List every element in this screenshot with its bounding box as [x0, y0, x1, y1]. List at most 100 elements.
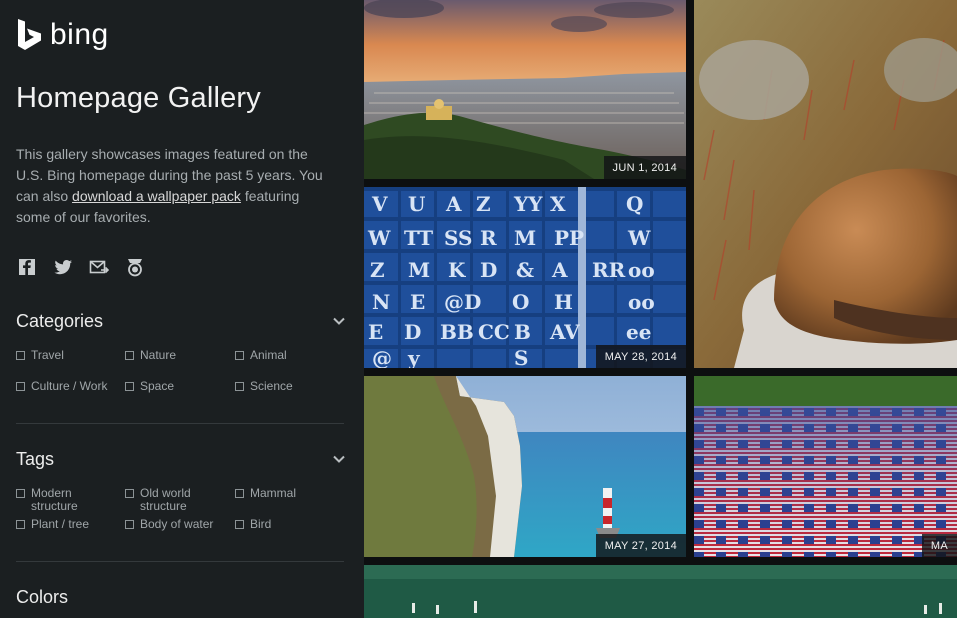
svg-text:@: @: [372, 346, 392, 368]
twitter-share-button[interactable]: [52, 256, 74, 278]
date-badge: MAY 28, 2014: [595, 345, 686, 368]
svg-text:H: H: [554, 290, 573, 314]
gallery-description: This gallery showcases images featured o…: [16, 144, 336, 228]
svg-text:YY: YY: [513, 192, 543, 216]
share-row: [16, 256, 146, 278]
svg-text:K: K: [448, 258, 466, 282]
filter-science[interactable]: Science: [235, 380, 293, 393]
sea-cliffs-image: [364, 376, 686, 557]
green-water-image: [364, 565, 957, 618]
checkbox[interactable]: [16, 382, 25, 391]
filter-label: Science: [250, 379, 293, 393]
colors-title: Colors: [16, 586, 69, 607]
download-wallpaper-pack-link[interactable]: download a wallpaper pack: [72, 188, 241, 204]
gallery-tile-sea-lion[interactable]: [694, 0, 957, 368]
svg-text:TT: TT: [404, 226, 433, 250]
date-badge: MAY 27, 2014: [595, 534, 686, 557]
tags-title: Tags: [16, 448, 55, 469]
bing-logo-text: bing: [50, 18, 109, 51]
gallery-tile-flags[interactable]: MA: [694, 376, 957, 557]
svg-text:D: D: [480, 258, 497, 282]
checkbox[interactable]: [125, 382, 134, 391]
filter-modern-structure[interactable]: Modern structure: [16, 487, 106, 513]
svg-text:E: E: [410, 290, 425, 314]
svg-text:D: D: [404, 320, 421, 344]
filter-culture-work[interactable]: Culture / Work: [16, 380, 107, 393]
filter-old-world-structure[interactable]: Old world structure: [125, 487, 215, 513]
city-sunset-image: [364, 0, 686, 179]
checkbox[interactable]: [16, 351, 25, 360]
tags-header[interactable]: Tags: [16, 446, 346, 472]
filter-mammal[interactable]: Mammal: [235, 487, 296, 500]
letterpress-image: VUA Z YY X Q W TT SS R M PP W ZMK D & A RR oo N E @…: [364, 187, 686, 368]
svg-text:N: N: [372, 290, 390, 314]
bing-logo-icon: [18, 19, 41, 50]
checkbox[interactable]: [125, 489, 134, 498]
checkbox[interactable]: [125, 351, 134, 360]
filter-body-of-water[interactable]: Body of water: [125, 518, 213, 531]
rewards-button[interactable]: [124, 256, 146, 278]
svg-text:X: X: [550, 192, 566, 216]
svg-text:AV: AV: [549, 320, 580, 344]
gallery-tile-sea-cliffs[interactable]: MAY 27, 2014: [364, 376, 686, 557]
svg-text:V: V: [371, 192, 388, 216]
checkbox[interactable]: [235, 520, 244, 529]
categories-header[interactable]: Categories: [16, 308, 346, 334]
checkbox[interactable]: [16, 489, 25, 498]
facebook-share-button[interactable]: [16, 256, 38, 278]
date-badge: MA: [921, 534, 957, 557]
svg-text:oo: oo: [628, 290, 655, 314]
checkbox[interactable]: [235, 382, 244, 391]
checkbox[interactable]: [235, 351, 244, 360]
gallery-tile-city-sunset[interactable]: JUN 1, 2014: [364, 0, 686, 179]
section-divider: [16, 423, 344, 424]
bing-logo[interactable]: bing: [16, 18, 109, 52]
email-icon: [89, 260, 109, 274]
filter-plant-tree[interactable]: Plant / tree: [16, 518, 89, 531]
filter-label: Culture / Work: [31, 379, 108, 393]
svg-text:&: &: [516, 258, 534, 282]
svg-text:E: E: [368, 320, 383, 344]
svg-text:Z: Z: [370, 258, 385, 282]
svg-text:O: O: [512, 290, 529, 314]
page-title: Homepage Gallery: [16, 82, 261, 114]
filter-travel[interactable]: Travel: [16, 349, 64, 362]
section-divider: [16, 561, 344, 562]
filter-label: Animal: [250, 348, 287, 362]
sea-lion-image: [694, 0, 957, 368]
svg-text:PP: PP: [554, 226, 584, 250]
checkbox[interactable]: [16, 520, 25, 529]
svg-text:U: U: [408, 192, 425, 216]
filter-label: Old world structure: [140, 486, 191, 513]
svg-text:A: A: [445, 192, 462, 216]
filter-space[interactable]: Space: [125, 380, 174, 393]
svg-text:S: S: [514, 346, 528, 368]
filter-bird[interactable]: Bird: [235, 518, 271, 531]
chevron-down-icon: [333, 455, 345, 463]
checkbox[interactable]: [235, 489, 244, 498]
svg-text:A: A: [551, 258, 568, 282]
colors-header[interactable]: Colors: [16, 584, 346, 610]
email-share-button[interactable]: [88, 256, 110, 278]
gallery-tile-letterpress[interactable]: VUA Z YY X Q W TT SS R M PP W ZMK D & A RR oo N E @…: [364, 187, 686, 368]
filter-label: Bird: [250, 517, 272, 531]
twitter-icon: [54, 260, 72, 275]
filter-label: Space: [140, 379, 175, 393]
date-badge: JUN 1, 2014: [603, 156, 686, 179]
app-root: bing Homepage Gallery This gallery showc…: [0, 0, 957, 618]
checkbox[interactable]: [125, 520, 134, 529]
flags-field-image: [694, 376, 957, 557]
gallery-tile-green-water[interactable]: [364, 565, 957, 618]
svg-text:@D: @D: [444, 290, 481, 314]
svg-text:B: B: [514, 320, 531, 344]
filter-label: Plant / tree: [31, 517, 90, 531]
filter-animal[interactable]: Animal: [235, 349, 287, 362]
categories-title: Categories: [16, 310, 104, 331]
chevron-down-icon: [333, 317, 345, 325]
svg-text:SS: SS: [444, 226, 472, 250]
svg-text:W: W: [367, 226, 391, 250]
filter-nature[interactable]: Nature: [125, 349, 176, 362]
medal-icon: [128, 259, 142, 277]
filter-label: Modern structure: [31, 486, 78, 513]
svg-text:oo: oo: [628, 258, 655, 282]
